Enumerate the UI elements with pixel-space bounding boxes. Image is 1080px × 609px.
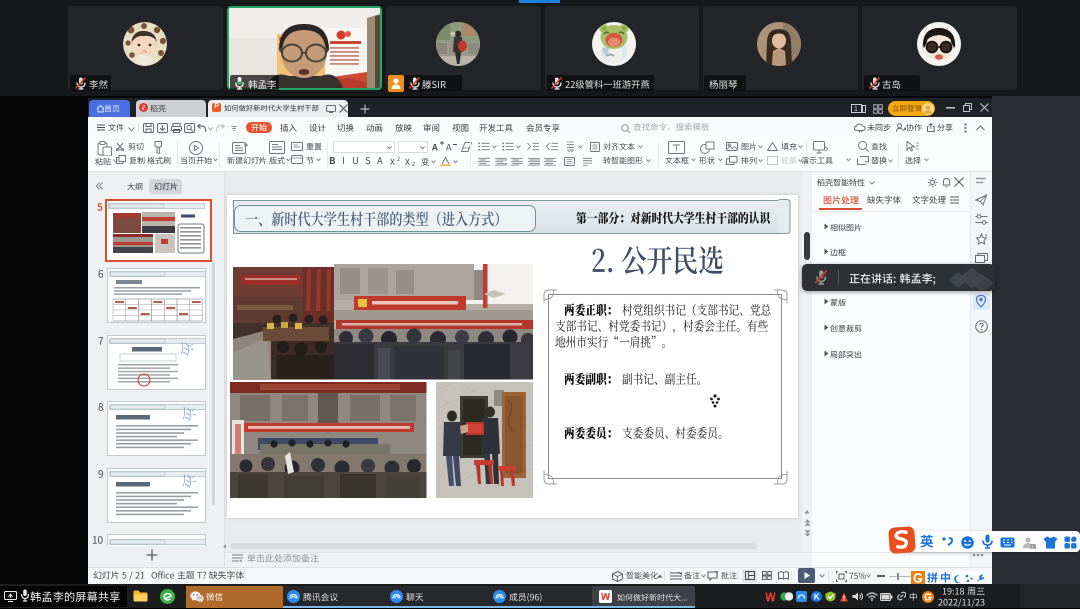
svg-text:K: K bbox=[814, 593, 820, 602]
svg-text:1: 1 bbox=[854, 106, 858, 113]
